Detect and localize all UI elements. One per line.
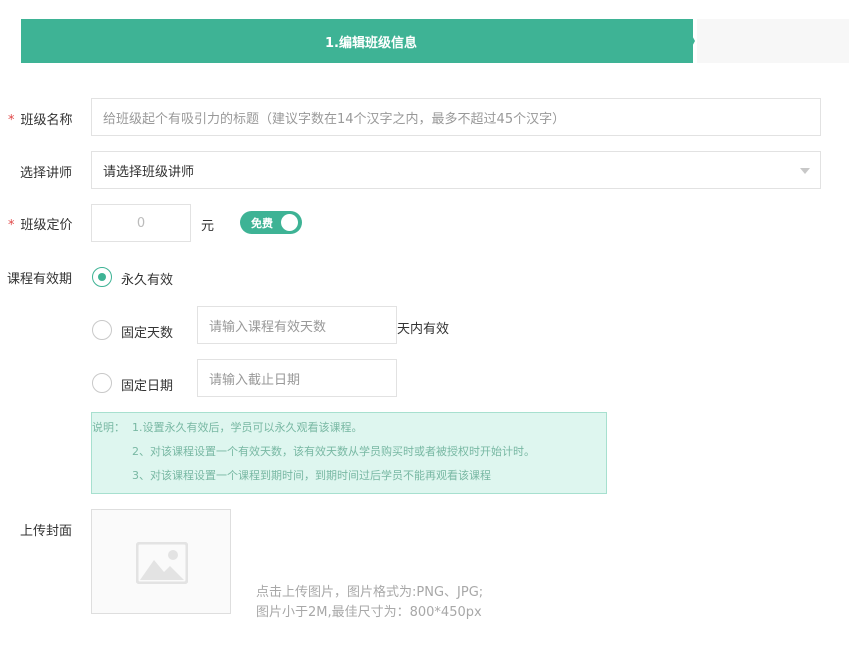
free-toggle[interactable]: 免费 <box>240 211 302 234</box>
validity-note: 说明： 1.设置永久有效后，学员可以永久观看该课程。 2、对该课程设置一个有效天… <box>91 412 607 494</box>
fixed-date-input[interactable]: 请输入截止日期 <box>197 359 397 397</box>
fixed-date-placeholder: 请输入截止日期 <box>209 372 301 388</box>
step-1-edit-info[interactable]: 1.编辑班级信息 <box>21 19 693 63</box>
price-value: 0 <box>136 215 146 231</box>
free-toggle-label: 免费 <box>251 216 273 230</box>
teacher-select-value: 请选择班级讲师 <box>103 164 195 180</box>
step-2 <box>697 19 849 63</box>
radio-permanent[interactable] <box>92 267 112 287</box>
validity-label: 课程有效期 <box>7 272 73 287</box>
class-name-label: * 班级名称 <box>8 113 73 128</box>
chevron-down-icon <box>800 168 810 174</box>
required-mark: * <box>8 218 15 233</box>
radio-fixed-days[interactable] <box>92 320 112 340</box>
required-mark: * <box>8 113 15 128</box>
cover-label: 上传封面 <box>20 524 73 539</box>
cover-hint-line-2: 图片小于2M,最佳尺寸为：800*450px <box>256 605 482 620</box>
fixed-days-input[interactable]: 请输入课程有效天数 <box>197 306 397 344</box>
class-name-placeholder: 给班级起个有吸引力的标题（建议字数在14个汉字之内，最多不超过45个汉字） <box>103 111 566 127</box>
teacher-select[interactable]: 请选择班级讲师 <box>91 151 821 189</box>
note-prefix: 说明： <box>92 421 125 434</box>
teacher-label: 选择讲师 <box>20 166 73 181</box>
radio-permanent-label: 永久有效 <box>121 273 174 288</box>
radio-fixed-days-label: 固定天数 <box>121 326 174 341</box>
note-line: 3、对该课程设置一个课程到期时间，到期时间过后学员不能再观看该课程 <box>132 469 491 482</box>
note-line: 1.设置永久有效后，学员可以永久观看该课程。 <box>132 421 363 434</box>
radio-fixed-date[interactable] <box>92 373 112 393</box>
step-arrow <box>683 19 695 63</box>
cover-upload-box[interactable] <box>91 509 231 614</box>
radio-fixed-date-label: 固定日期 <box>121 379 174 394</box>
price-unit: 元 <box>201 219 215 234</box>
note-line: 2、对该课程设置一个有效天数，该有效天数从学员购买时或者被授权时开始计时。 <box>132 445 535 458</box>
step-1-label: 1.编辑班级信息 <box>325 35 417 51</box>
price-label: * 班级定价 <box>8 218 73 233</box>
toggle-knob <box>281 214 298 231</box>
fixed-days-suffix: 天内有效 <box>397 322 450 337</box>
price-input[interactable]: 0 <box>91 204 191 242</box>
step-bar: 1.编辑班级信息 <box>21 19 849 63</box>
cover-hint-line-1: 点击上传图片，图片格式为:PNG、JPG; <box>256 585 484 600</box>
fixed-days-placeholder: 请输入课程有效天数 <box>209 319 327 335</box>
class-name-input[interactable]: 给班级起个有吸引力的标题（建议字数在14个汉字之内，最多不超过45个汉字） <box>91 98 821 136</box>
image-placeholder-icon <box>136 542 188 584</box>
